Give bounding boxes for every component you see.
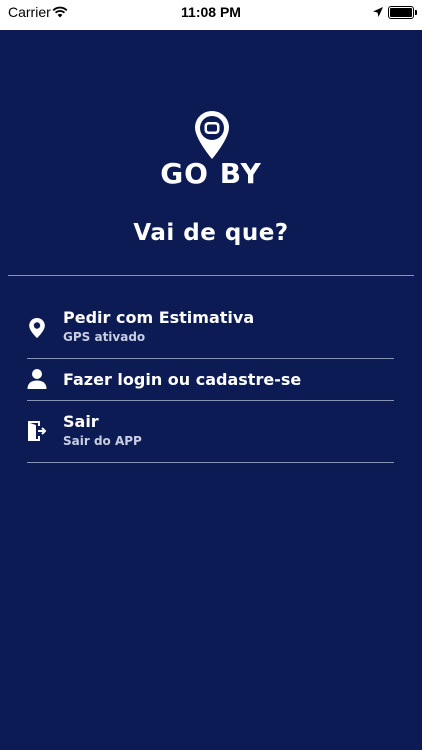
battery-level bbox=[390, 8, 412, 17]
app-logo: GO BY bbox=[0, 110, 422, 190]
page-title: Vai de que? bbox=[133, 220, 289, 246]
battery-icon bbox=[388, 6, 414, 19]
menu-item-estimate[interactable]: Pedir com Estimativa GPS ativado bbox=[27, 300, 394, 359]
menu-item-title: Fazer login ou cadastre-se bbox=[63, 370, 302, 389]
battery-cap bbox=[415, 10, 417, 15]
menu-item-login[interactable]: Fazer login ou cadastre-se bbox=[27, 359, 394, 401]
status-bar: Carrier 11:08 PM bbox=[0, 0, 422, 30]
menu-item-title: Pedir com Estimativa bbox=[63, 308, 255, 327]
menu-item-title: Sair bbox=[63, 412, 99, 431]
location-arrow-icon bbox=[372, 5, 384, 23]
menu-item-subtitle: GPS ativado bbox=[63, 330, 146, 344]
logo-text: GO BY bbox=[160, 157, 262, 190]
location-pin-icon bbox=[194, 110, 230, 164]
menu-item-subtitle: Sair do APP bbox=[63, 434, 142, 448]
exit-door-icon bbox=[27, 420, 47, 446]
divider bbox=[8, 275, 414, 276]
user-icon bbox=[27, 368, 47, 394]
clock: 11:08 PM bbox=[181, 4, 241, 20]
location-marker-icon bbox=[27, 317, 47, 343]
menu-item-exit[interactable]: Sair Sair do APP bbox=[27, 401, 394, 463]
